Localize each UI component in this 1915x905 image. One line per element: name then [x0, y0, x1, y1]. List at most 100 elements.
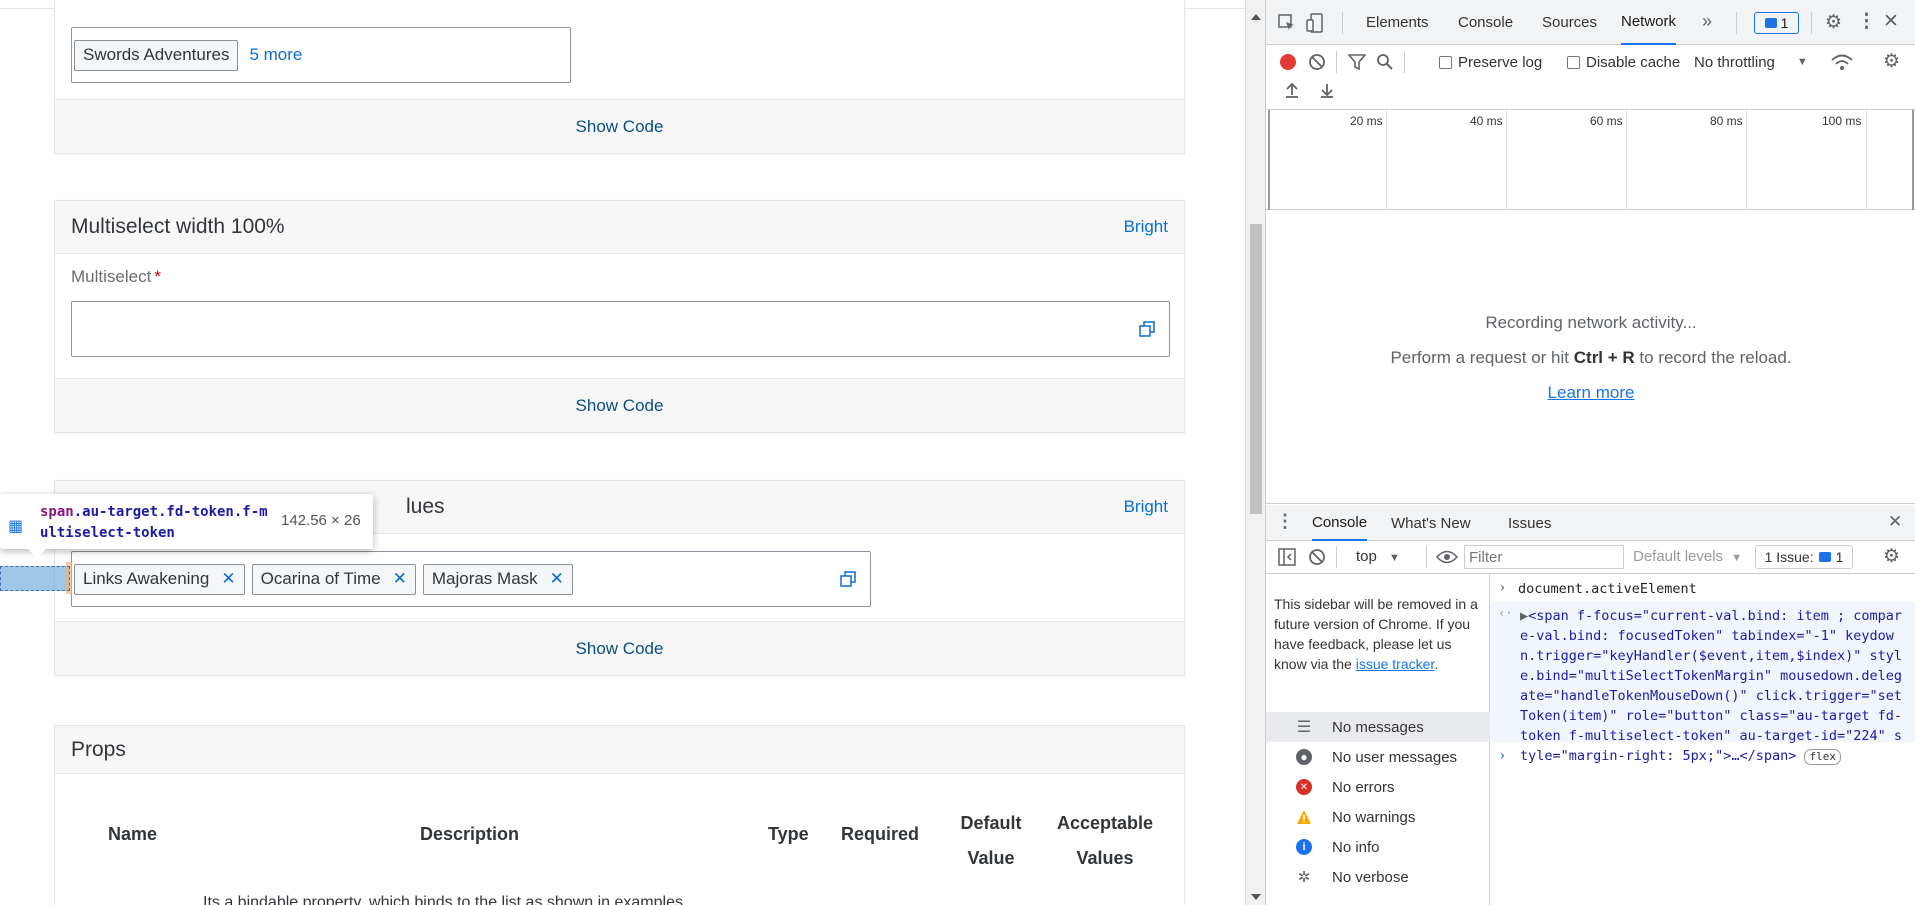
sidebar-item-info[interactable]: i No info [1266, 832, 1490, 862]
sidebar-item-errors[interactable]: ✕ No errors [1266, 772, 1490, 802]
th-line: Value [967, 848, 1015, 868]
filter-icon[interactable] [1348, 54, 1366, 70]
scroll-down-arrow[interactable] [1251, 894, 1261, 900]
preserve-log-option[interactable]: Preserve log [1439, 49, 1542, 75]
value-help-icon[interactable] [840, 571, 856, 587]
issues-badge[interactable]: 1 [1754, 12, 1799, 34]
inspect-size: 142.56 × 26 [281, 512, 361, 529]
scroll-up-arrow[interactable] [1251, 14, 1261, 20]
console-prompt-icon[interactable]: › [1498, 748, 1506, 764]
token-remove-icon[interactable]: ✕ [221, 569, 235, 589]
console-result-element[interactable]: ▶<span f-focus="current-val.bind: item ;… [1520, 606, 1908, 766]
result-arrow-icon: ‹· [1498, 606, 1513, 620]
note-end: . [1434, 656, 1439, 672]
levels-value: Default levels [1633, 548, 1724, 565]
live-expression-eye-icon[interactable] [1436, 549, 1458, 565]
warning-icon [1297, 810, 1311, 824]
expand-triangle-icon[interactable]: ▶ [1520, 608, 1528, 624]
console-settings-gear-icon[interactable]: ⚙ [1883, 545, 1900, 568]
show-sidebar-icon[interactable] [1278, 548, 1296, 566]
hint-post: to record the reload. [1634, 348, 1792, 367]
clear-icon[interactable] [1308, 53, 1326, 71]
sidebar-deprecation-note: This sidebar will be removed in a future… [1274, 594, 1486, 674]
tick-label: 80 ms [1710, 114, 1743, 128]
sidebar-item-label: No verbose [1332, 868, 1409, 886]
token-swords-adventures[interactable]: Swords Adventures [74, 39, 239, 71]
scroll-thumb[interactable] [1250, 224, 1262, 514]
tab-console[interactable]: Console [1458, 0, 1513, 45]
token-remove-icon[interactable]: ✕ [393, 569, 407, 589]
close-drawer-icon[interactable]: ✕ [1888, 512, 1902, 532]
multiselect-input-more[interactable]: Swords Adventures 5 more [71, 27, 571, 83]
th-line: Acceptable [1056, 813, 1154, 833]
sidebar-item-warnings[interactable]: No warnings [1266, 802, 1490, 832]
message-icon [1764, 18, 1777, 28]
token-majoras-mask[interactable]: Majoras Mask ✕ [422, 563, 573, 595]
multiselect-label: Multiselect * [71, 267, 161, 287]
issue-tracker-link[interactable]: issue tracker [1356, 656, 1435, 672]
docs-page: Swords Adventures 5 more Show Code Multi… [0, 0, 1245, 905]
throttling-select[interactable]: No throttling ▼ [1694, 49, 1808, 75]
prop-row-description: Its a bindable property, which binds to … [203, 894, 683, 905]
bright-theme-link[interactable]: Bright [1124, 497, 1168, 517]
multiselect-input-values[interactable]: Links Awakening ✕ Ocarina of Time ✕ Majora… [71, 551, 871, 607]
import-har-icon[interactable] [1284, 81, 1300, 99]
search-icon[interactable] [1376, 53, 1394, 71]
show-code-button[interactable]: Show Code [55, 378, 1184, 432]
network-toolbar: Preserve log Disable cache No throttling… [1266, 45, 1915, 110]
tick [1866, 110, 1867, 210]
record-icon[interactable] [1280, 54, 1296, 70]
inspect-highlight-border [0, 566, 70, 591]
clear-console-icon[interactable] [1308, 548, 1326, 566]
console-filter-input[interactable] [1464, 545, 1624, 569]
learn-more-link[interactable]: Learn more [1548, 383, 1635, 402]
tab-elements[interactable]: Elements [1366, 0, 1429, 45]
show-code-button[interactable]: Show Code [55, 99, 1184, 153]
sidebar-item-label: No messages [1332, 718, 1424, 736]
disable-cache-checkbox[interactable] [1567, 55, 1580, 69]
divider [1811, 12, 1812, 34]
th-acceptable-values: Acceptable Values [1050, 806, 1160, 876]
token-links-awakening[interactable]: Links Awakening ✕ [74, 563, 245, 595]
th-line: Values [1076, 848, 1134, 868]
context-select[interactable]: top ▼ [1356, 548, 1400, 565]
more-tokens-link[interactable]: 5 more [249, 45, 302, 65]
device-toolbar-icon[interactable] [1306, 13, 1324, 33]
token-remove-icon[interactable]: ✕ [550, 569, 564, 589]
network-conditions-icon[interactable] [1831, 53, 1853, 71]
user-icon: ● [1296, 749, 1312, 765]
settings-gear-icon[interactable]: ⚙ [1825, 11, 1842, 34]
network-settings-gear-icon[interactable]: ⚙ [1883, 50, 1900, 73]
token-ocarina-of-time[interactable]: Ocarina of Time ✕ [251, 563, 416, 595]
drawer-tab-console[interactable]: Console [1312, 505, 1368, 541]
sidebar-item-user-messages[interactable]: ● No user messages [1266, 742, 1490, 772]
more-tabs-icon[interactable]: » [1702, 11, 1712, 32]
drawer-tab-issues[interactable]: Issues [1508, 505, 1551, 541]
sidebar-item-verbose[interactable]: ✲ No verbose [1266, 862, 1490, 892]
tab-network[interactable]: Network [1621, 0, 1677, 45]
export-har-icon[interactable] [1319, 81, 1335, 99]
card-header: Multiselect width 100% Bright [55, 201, 1184, 254]
bright-theme-link[interactable]: Bright [1124, 217, 1168, 237]
more-options-icon[interactable]: ⋮ [1857, 10, 1876, 33]
sidebar-item-label: No user messages [1332, 748, 1458, 766]
console-issues-button[interactable]: 1 Issue: 1 [1755, 545, 1853, 569]
tick-label: 20 ms [1350, 114, 1383, 128]
inspect-element-icon[interactable] [1278, 14, 1296, 32]
drawer-tab-whats-new[interactable]: What's New [1391, 505, 1471, 541]
value-help-icon[interactable] [1139, 321, 1155, 337]
console-command: document.activeElement [1518, 581, 1697, 597]
flex-badge[interactable]: flex [1804, 749, 1841, 765]
disable-cache-option[interactable]: Disable cache [1567, 49, 1680, 75]
sidebar-item-messages[interactable]: ☰ No messages [1266, 712, 1490, 742]
show-code-button[interactable]: Show Code [55, 621, 1184, 675]
multiselect-input-full[interactable] [71, 301, 1170, 357]
tab-sources[interactable]: Sources [1542, 0, 1597, 45]
preserve-log-checkbox[interactable] [1439, 55, 1452, 69]
hint-shortcut: Ctrl + R [1573, 348, 1635, 367]
preserve-log-label: Preserve log [1458, 53, 1543, 71]
page-scrollbar[interactable] [1245, 0, 1265, 905]
log-levels-select[interactable]: Default levels ▼ [1633, 548, 1742, 565]
close-devtools-icon[interactable]: ✕ [1883, 10, 1899, 33]
drawer-menu-icon[interactable]: ⋮ [1276, 511, 1294, 532]
